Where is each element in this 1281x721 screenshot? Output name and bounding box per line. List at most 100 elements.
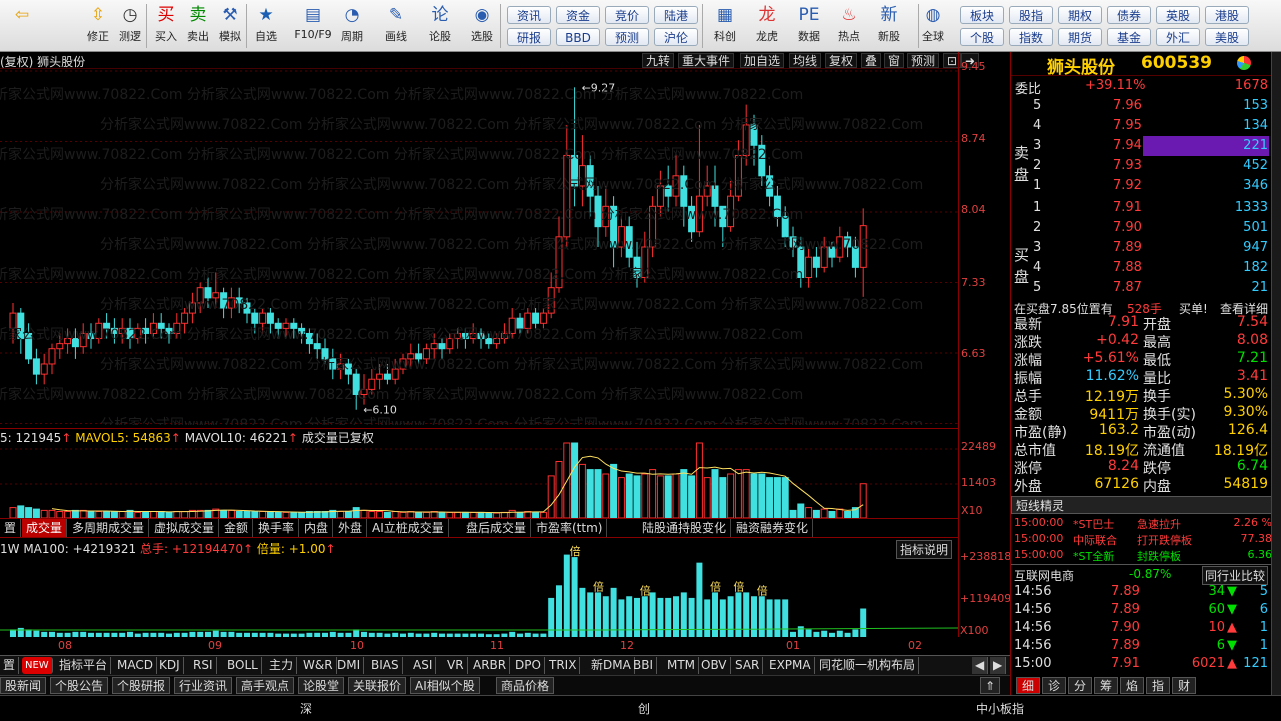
news-tab-0[interactable]: 股新闻: [0, 677, 47, 694]
detail-tab-6[interactable]: 财: [1172, 677, 1196, 694]
vol-tab-8[interactable]: AI立桩成交量: [368, 519, 449, 538]
indicator-tab-8[interactable]: W&R: [300, 657, 337, 674]
scroll-right-icon[interactable]: ▶: [990, 657, 1007, 674]
market-pill-top-1[interactable]: 股指: [1009, 6, 1053, 24]
indicator-tab-18[interactable]: MTM: [664, 657, 700, 674]
龙虎-toolbar-button[interactable]: 龙龙虎: [748, 2, 786, 50]
科创-toolbar-button[interactable]: ▦ 科创: [706, 2, 744, 50]
chart-button-0[interactable]: 九转: [642, 53, 675, 68]
vol-tab-0[interactable]: 置: [0, 519, 22, 538]
indicator-tab-4[interactable]: KDJ: [156, 657, 184, 674]
vol-tab-10[interactable]: 市盈率(ttm): [532, 519, 608, 538]
卖出-toolbar-button[interactable]: 卖卖出: [182, 2, 214, 50]
画线-toolbar-button[interactable]: ✎ 画线: [380, 2, 412, 50]
indicator-tab-20[interactable]: SAR: [732, 657, 764, 674]
indicator-tab-21[interactable]: EXPMA: [766, 657, 815, 674]
vol-tab-6[interactable]: 内盘: [300, 519, 334, 538]
indicator-panel[interactable]: 倍倍倍倍倍倍 1W MA100: +4219321 总手: +12194470↑…: [0, 537, 958, 637]
news-tab-4[interactable]: 高手观点: [236, 677, 295, 694]
news-tab-2[interactable]: 个股研报: [112, 677, 171, 694]
测逻-toolbar-button[interactable]: ◷ 测逻: [114, 2, 146, 50]
candlestick-chart[interactable]: ←9.27←6.10分析家公式网www.70822.Com 分析家公式网www.…: [0, 69, 958, 425]
market-pill-top-5[interactable]: 港股: [1205, 6, 1249, 24]
indicator-tab-22[interactable]: 同花顺一机构布局: [816, 657, 920, 674]
indicator-tab-11[interactable]: ASI: [410, 657, 437, 674]
indicator-tab-13[interactable]: ARBR: [470, 657, 511, 674]
chart-button-2[interactable]: 加自选: [740, 53, 785, 68]
market-pill-bottom-0[interactable]: 个股: [960, 28, 1004, 46]
indicator-tab-10[interactable]: BIAS: [368, 657, 403, 674]
周期-toolbar-button[interactable]: ◔ 周期: [336, 2, 368, 50]
F10/F9-toolbar-button[interactable]: ▤ F10/F9: [290, 2, 336, 50]
新股-toolbar-button[interactable]: 新新股: [870, 2, 908, 50]
vol-tab-5[interactable]: 换手率: [254, 519, 300, 538]
chart-button-7[interactable]: 预测: [907, 53, 940, 68]
indicator-tab-12[interactable]: VR: [444, 657, 468, 674]
expand-icon[interactable]: ⇑: [980, 677, 1001, 694]
买入-toolbar-button[interactable]: 买买入: [150, 2, 182, 50]
detail-tab-3[interactable]: 筹: [1094, 677, 1118, 694]
scroll-left-icon[interactable]: ◀: [972, 657, 989, 674]
news-tab-7[interactable]: AI相似个股: [410, 677, 480, 694]
market-pill-top-0[interactable]: 板块: [960, 6, 1004, 24]
news-tab-3[interactable]: 行业资讯: [174, 677, 233, 694]
热点-toolbar-button[interactable]: ♨ 热点: [830, 2, 868, 50]
indicator-tab-14[interactable]: DPO: [512, 657, 545, 674]
indicator-tab-9[interactable]: DMI: [334, 657, 365, 674]
indicator-tab-7[interactable]: 主力: [266, 657, 298, 674]
chart-button-6[interactable]: 窗: [884, 53, 905, 68]
pill-top-2[interactable]: 竞价: [605, 6, 649, 24]
indicator-tab-16[interactable]: 新DMA: [588, 657, 635, 674]
detail-tab-0[interactable]: 细: [1016, 677, 1040, 694]
indicator-tab-15[interactable]: TRIX: [546, 657, 581, 674]
vol-tab-2[interactable]: 多周期成交量: [68, 519, 150, 538]
indicator-tab-1[interactable]: NEW: [22, 657, 53, 674]
market-pill-top-3[interactable]: 债券: [1107, 6, 1151, 24]
indicator-tab-17[interactable]: BBI: [630, 657, 658, 674]
scrollbar[interactable]: [1271, 52, 1281, 695]
pill-top-3[interactable]: 陆港: [654, 6, 698, 24]
indicator-tab-6[interactable]: BOLL: [224, 657, 262, 674]
indicator-tab-5[interactable]: RSI: [190, 657, 217, 674]
pill-bottom-2[interactable]: 预测: [605, 28, 649, 46]
pill-top-0[interactable]: 资讯: [507, 6, 551, 24]
vol-tab-9[interactable]: 盘后成交量: [462, 519, 532, 538]
vol-tab-3[interactable]: 虚拟成交量: [150, 519, 220, 538]
market-pill-bottom-2[interactable]: 期货: [1058, 28, 1102, 46]
pill-bottom-1[interactable]: BBD: [556, 28, 600, 46]
vol-tab-7[interactable]: 外盘: [334, 519, 368, 538]
market-pill-bottom-5[interactable]: 美股: [1205, 28, 1249, 46]
indicator-tab-3[interactable]: MACD: [114, 657, 157, 674]
news-tab-8[interactable]: 商品价格: [496, 677, 555, 694]
toolbar-button[interactable]: ⇦: [6, 2, 38, 50]
选股-toolbar-button[interactable]: ◉ 选股: [466, 2, 498, 50]
volume-panel[interactable]: 5: 121945↑ MAVOL5: 54863↑ MAVOL10: 46221…: [0, 428, 958, 519]
news-tab-1[interactable]: 个股公告: [50, 677, 109, 694]
detail-tab-2[interactable]: 分: [1068, 677, 1092, 694]
market-pill-bottom-1[interactable]: 指数: [1009, 28, 1053, 46]
chart-button-5[interactable]: 叠: [861, 53, 882, 68]
news-tab-6[interactable]: 关联报价: [348, 677, 407, 694]
indicator-tab-0[interactable]: 置: [0, 657, 20, 674]
pill-top-1[interactable]: 资金: [556, 6, 600, 24]
detail-tab-5[interactable]: 指: [1146, 677, 1170, 694]
market-pill-top-2[interactable]: 期权: [1058, 6, 1102, 24]
vol-tab-1[interactable]: 成交量: [22, 519, 68, 538]
indicator-tab-2[interactable]: 指标平台: [56, 657, 112, 674]
market-pill-bottom-3[interactable]: 基金: [1107, 28, 1151, 46]
修正-toolbar-button[interactable]: ⇳ 修正: [82, 2, 114, 50]
market-pill-top-4[interactable]: 英股: [1156, 6, 1200, 24]
chart-button-1[interactable]: 重大事件: [678, 53, 735, 68]
detail-tab-4[interactable]: 焰: [1120, 677, 1144, 694]
chart-button-4[interactable]: 复权: [825, 53, 858, 68]
news-tab-5[interactable]: 论股堂: [298, 677, 345, 694]
pill-bottom-0[interactable]: 研报: [507, 28, 551, 46]
chart-button-3[interactable]: 均线: [789, 53, 822, 68]
全球-toolbar-button[interactable]: ◍ 全球: [914, 2, 952, 50]
pill-bottom-3[interactable]: 沪伦: [654, 28, 698, 46]
vol-tab-12[interactable]: 融资融券变化: [732, 519, 814, 538]
数据-toolbar-button[interactable]: PE 数据: [790, 2, 828, 50]
indicator-tab-19[interactable]: OBV: [698, 657, 731, 674]
industry-compare-button[interactable]: 同行业比较: [1201, 566, 1268, 585]
market-pill-bottom-4[interactable]: 外汇: [1156, 28, 1200, 46]
